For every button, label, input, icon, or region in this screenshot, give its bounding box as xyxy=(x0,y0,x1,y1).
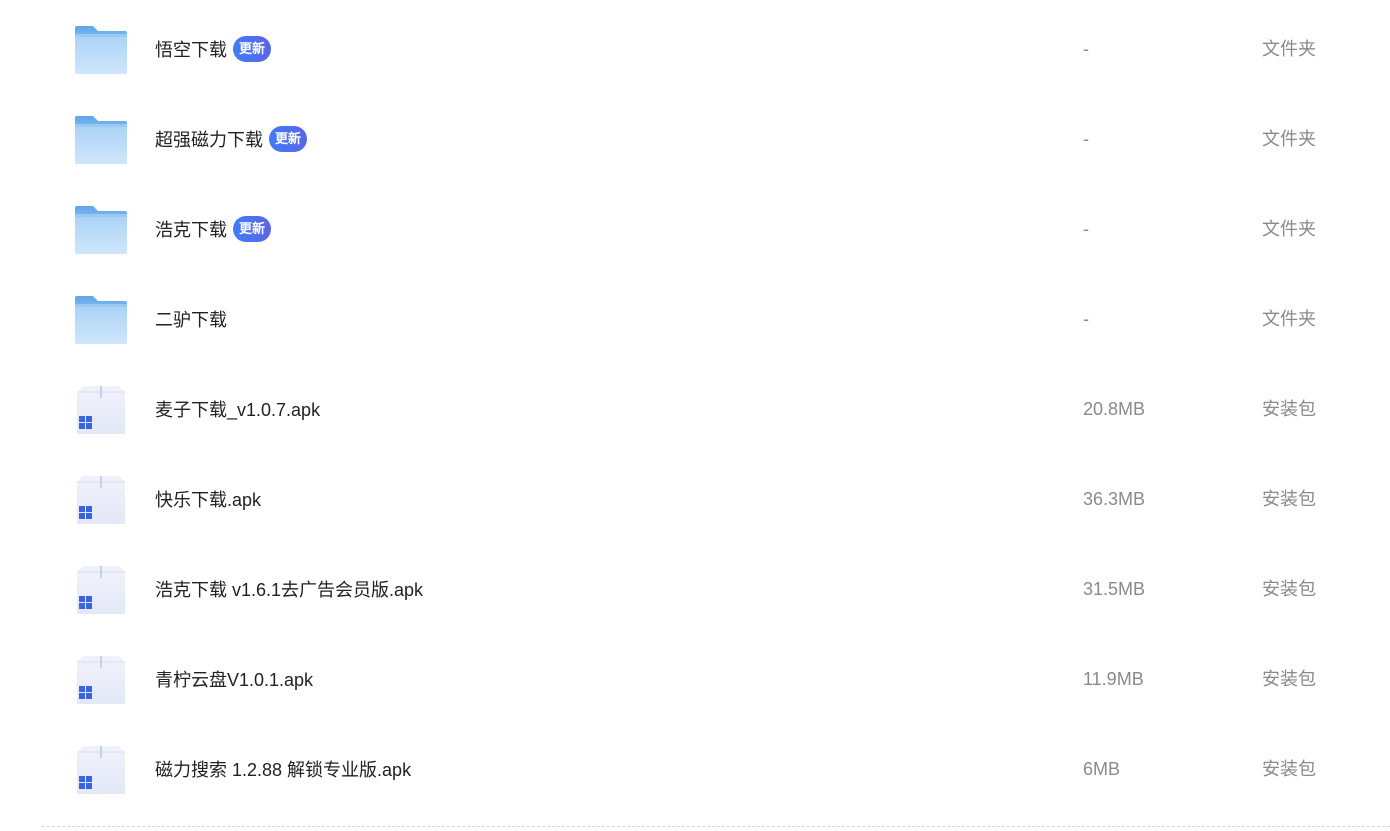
file-name-cell: 二驴下载 xyxy=(155,274,227,364)
file-size: 6MB xyxy=(1083,759,1121,779)
file-type: 文件夹 xyxy=(1262,39,1316,59)
file-type: 文件夹 xyxy=(1262,219,1316,239)
file-name[interactable]: 磁力搜索 1.2.88 解锁专业版.apk xyxy=(155,756,411,782)
file-row[interactable]: 青柠云盘V1.0.1.apk 11.9MB 安装包 xyxy=(0,634,1390,724)
file-name[interactable]: 浩克下载 v1.6.1去广告会员版.apk xyxy=(155,576,423,602)
package-icon xyxy=(73,654,129,706)
package-icon xyxy=(73,474,129,526)
file-size: - xyxy=(1083,219,1089,239)
file-size: 20.8MB xyxy=(1083,399,1146,419)
file-size: 11.9MB xyxy=(1083,669,1144,689)
file-size: - xyxy=(1083,39,1089,59)
package-icon xyxy=(73,384,129,436)
file-row[interactable]: 二驴下载 - 文件夹 xyxy=(0,274,1390,364)
file-row[interactable]: 超强磁力下载 更新 - 文件夹 xyxy=(0,94,1390,184)
file-size: - xyxy=(1083,129,1089,149)
file-type: 安装包 xyxy=(1262,759,1316,779)
file-name-cell: 磁力搜索 1.2.88 解锁专业版.apk xyxy=(155,724,411,814)
file-name[interactable]: 超强磁力下载 xyxy=(155,126,263,152)
file-name[interactable]: 悟空下载 xyxy=(155,36,227,62)
file-name-cell: 快乐下载.apk xyxy=(155,454,261,544)
file-name[interactable]: 二驴下载 xyxy=(155,306,227,332)
file-type: 文件夹 xyxy=(1262,309,1316,329)
file-row[interactable]: 悟空下载 更新 - 文件夹 xyxy=(0,4,1390,94)
folder-icon xyxy=(73,294,129,346)
file-type: 安装包 xyxy=(1262,399,1316,419)
folder-icon xyxy=(73,204,129,256)
file-name-cell: 麦子下载_v1.0.7.apk xyxy=(155,364,320,454)
file-name[interactable]: 青柠云盘V1.0.1.apk xyxy=(155,666,313,692)
file-name-cell: 悟空下载 更新 xyxy=(155,4,272,94)
file-size: 36.3MB xyxy=(1083,489,1146,509)
file-name[interactable]: 浩克下载 xyxy=(155,216,227,242)
update-badge: 更新 xyxy=(269,126,308,152)
list-bottom-divider xyxy=(42,826,1390,827)
file-name-cell: 浩克下载 更新 xyxy=(155,184,272,274)
file-name[interactable]: 快乐下载.apk xyxy=(155,486,261,512)
file-name[interactable]: 麦子下载_v1.0.7.apk xyxy=(155,396,320,422)
file-type: 安装包 xyxy=(1262,489,1316,509)
file-size: - xyxy=(1083,309,1089,329)
file-name-cell: 浩克下载 v1.6.1去广告会员版.apk xyxy=(155,544,423,634)
file-size: 31.5MB xyxy=(1083,579,1146,599)
file-list: 悟空下载 更新 - 文件夹 超强磁力下载 更新 - 文件夹 浩克下载 更新 - … xyxy=(0,4,1390,814)
file-name-cell: 超强磁力下载 更新 xyxy=(155,94,308,184)
file-name-cell: 青柠云盘V1.0.1.apk xyxy=(155,634,313,724)
file-type: 文件夹 xyxy=(1262,129,1316,149)
package-icon xyxy=(73,564,129,616)
file-type: 安装包 xyxy=(1262,579,1316,599)
file-row[interactable]: 快乐下载.apk 36.3MB 安装包 xyxy=(0,454,1390,544)
folder-icon xyxy=(73,114,129,166)
update-badge: 更新 xyxy=(233,36,272,62)
file-row[interactable]: 磁力搜索 1.2.88 解锁专业版.apk 6MB 安装包 xyxy=(0,724,1390,814)
file-row[interactable]: 浩克下载 v1.6.1去广告会员版.apk 31.5MB 安装包 xyxy=(0,544,1390,634)
file-row[interactable]: 浩克下载 更新 - 文件夹 xyxy=(0,184,1390,274)
file-row[interactable]: 麦子下载_v1.0.7.apk 20.8MB 安装包 xyxy=(0,364,1390,454)
package-icon xyxy=(73,744,129,796)
folder-icon xyxy=(73,24,129,76)
update-badge: 更新 xyxy=(233,216,272,242)
file-type: 安装包 xyxy=(1262,669,1316,689)
